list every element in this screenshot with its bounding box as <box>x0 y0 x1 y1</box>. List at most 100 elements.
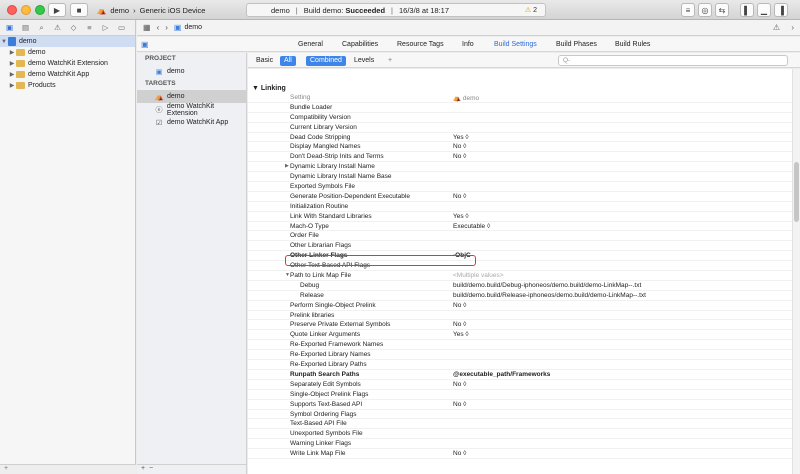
remove-icon[interactable]: − <box>149 465 153 472</box>
nav-item-folder[interactable]: ▶ demo WatchKit Extension <box>0 58 135 69</box>
stop-button[interactable]: ■ <box>70 3 88 17</box>
assistant-editor-button[interactable]: ◎ <box>698 3 712 17</box>
disclosure-open-icon[interactable]: ▼ <box>252 85 261 92</box>
setting-value[interactable]: build/demo.build/Debug-iphoneos/demo.bui… <box>453 282 641 289</box>
setting-row[interactable]: Dead Code Stripping Yes ◊ <box>248 133 792 143</box>
disclosure-closed-icon[interactable]: ▶ <box>8 49 16 56</box>
setting-row[interactable]: Single-Object Prelink Flags <box>248 390 792 400</box>
scrollbar-thumb[interactable] <box>794 162 799 222</box>
setting-value[interactable]: No ◊ <box>453 401 466 408</box>
setting-value[interactable]: Yes ◊ <box>453 213 469 220</box>
combined-button[interactable]: Combined <box>306 56 346 66</box>
setting-row[interactable]: Debug build/demo.build/Debug-iphoneos/dem… <box>248 281 792 291</box>
search-icon[interactable]: ⌕ <box>36 23 47 33</box>
settings-search-input[interactable]: Q- <box>558 55 788 66</box>
setting-row[interactable]: Release build/demo.build/Release-iphoneos… <box>248 291 792 301</box>
run-button[interactable]: ▶ <box>48 3 66 17</box>
standard-editor-button[interactable]: ≡ <box>681 3 695 17</box>
forward-icon[interactable]: › <box>165 23 168 32</box>
setting-row[interactable]: Write Link Map File No ◊ <box>248 449 792 459</box>
nav-item-project[interactable]: ▼ demo <box>0 36 135 47</box>
setting-row[interactable]: Supports Text-Based API No ◊ <box>248 400 792 410</box>
setting-value[interactable]: Executable ◊ <box>453 223 490 230</box>
all-button[interactable]: All <box>280 56 296 66</box>
warning-badge[interactable]: ⚠ 2 <box>525 6 537 14</box>
toggle-navigator-button[interactable]: ▌ <box>740 3 754 17</box>
add-icon[interactable]: + <box>4 465 8 472</box>
add-setting-button[interactable]: + <box>384 56 396 66</box>
setting-row[interactable]: Order File <box>248 231 792 242</box>
linking-section-header[interactable]: ▼ Linking <box>252 85 286 92</box>
disclosure-closed-icon[interactable]: ▶ <box>8 71 16 78</box>
report-icon[interactable]: ▭ <box>116 23 127 32</box>
scheme-selector[interactable]: ⛺ demo › Generic iOS Device <box>97 3 235 17</box>
debug-icon[interactable]: ≡ <box>84 23 95 32</box>
setting-row[interactable]: Preserve Private External Symbols No ◊ <box>248 320 792 331</box>
setting-row[interactable]: Other Librarian Flags <box>248 241 792 252</box>
setting-value[interactable]: -ObjC <box>453 252 471 259</box>
setting-value[interactable]: No ◊ <box>453 450 466 457</box>
zoom-window-button[interactable] <box>35 5 45 15</box>
tab-build-settings[interactable]: Build Settings <box>494 41 537 48</box>
setting-row[interactable]: Separately Edit Symbols No ◊ <box>248 380 792 390</box>
target-item[interactable]: ⓔ demo WatchKit Extension <box>137 103 246 117</box>
toggle-utilities-button[interactable]: ▐ <box>774 3 788 17</box>
target-item[interactable]: ⛺ demo <box>137 90 246 103</box>
setting-value[interactable]: build/demo.build/Release-iphoneos/demo.b… <box>453 292 646 299</box>
setting-row[interactable]: Other Text-Based API Flags <box>248 261 792 272</box>
setting-row[interactable]: Symbol Ordering Flags <box>248 410 792 420</box>
jump-bar-file[interactable]: demo <box>184 24 202 31</box>
disclosure-closed-icon[interactable]: ▶ <box>8 60 16 67</box>
setting-row[interactable]: Initialization Routine <box>248 202 792 212</box>
setting-row[interactable]: Re-Exported Framework Names <box>248 340 792 351</box>
related-items-icon[interactable]: ▦ <box>143 23 151 32</box>
symbol-icon[interactable]: ▤ <box>20 23 31 32</box>
panel-toggle-icon[interactable]: ▣ <box>141 40 149 49</box>
version-editor-button[interactable]: ⇆ <box>715 3 729 17</box>
tab-info[interactable]: Info <box>462 41 474 48</box>
setting-value[interactable]: No ◊ <box>453 381 466 388</box>
target-item[interactable]: ☑ demo WatchKit App <box>137 116 246 129</box>
disclosure-closed-icon[interactable]: ▶ <box>285 163 289 169</box>
setting-value[interactable]: No ◊ <box>453 143 466 150</box>
setting-row[interactable]: Display Mangled Names No ◊ <box>248 142 792 153</box>
toggle-debug-area-button[interactable]: ▁ <box>757 3 771 17</box>
setting-row[interactable]: Prelink libraries <box>248 311 792 321</box>
setting-row[interactable]: Current Library Version <box>248 123 792 133</box>
nav-item-folder[interactable]: ▶ demo <box>0 47 135 58</box>
tab-build-rules[interactable]: Build Rules <box>615 41 650 48</box>
setting-row[interactable]: ▼ Path to Link Map File <Multiple values> <box>248 271 792 281</box>
setting-row[interactable]: Perform Single-Object Prelink No ◊ <box>248 301 792 311</box>
setting-row[interactable]: Don't Dead-Strip Inits and Terms No ◊ <box>248 152 792 163</box>
nav-item-folder[interactable]: ▶ Products <box>0 80 135 91</box>
setting-row[interactable]: Compatibility Version <box>248 113 792 123</box>
setting-row[interactable]: Mach-O Type Executable ◊ <box>248 222 792 232</box>
setting-row[interactable]: Text-Based API File <box>248 419 792 430</box>
setting-row[interactable]: Other Linker Flags -ObjC <box>248 251 792 262</box>
setting-row[interactable]: Dynamic Library Install Name Base <box>248 172 792 183</box>
setting-row[interactable]: ▶ Dynamic Library Install Name <box>248 162 792 173</box>
setting-row[interactable]: Exported Symbols File <box>248 182 792 192</box>
setting-row[interactable]: Generate Position-Dependent Executable No… <box>248 192 792 202</box>
navigator-filter-bar[interactable]: + <box>0 464 136 474</box>
setting-row[interactable]: Re-Exported Library Paths <box>248 360 792 370</box>
chevron-right-icon[interactable]: › <box>791 23 794 32</box>
close-window-button[interactable] <box>7 5 17 15</box>
issue-icon[interactable]: ⚠ <box>52 23 63 32</box>
folder-icon[interactable]: ▣ <box>4 23 15 32</box>
setting-row[interactable]: Bundle Loader <box>248 103 792 113</box>
setting-row[interactable]: Link With Standard Libraries Yes ◊ <box>248 212 792 222</box>
setting-value[interactable]: No ◊ <box>453 321 466 328</box>
levels-button[interactable]: Levels <box>350 56 378 66</box>
test-icon[interactable]: ◇ <box>68 23 79 32</box>
setting-row[interactable]: Warning Linker Flags <box>248 439 792 450</box>
tab-resource-tags[interactable]: Resource Tags <box>397 41 444 48</box>
tab-general[interactable]: General <box>298 41 323 48</box>
vertical-scrollbar[interactable] <box>792 69 800 474</box>
setting-row[interactable]: Runpath Search Paths @executable_path/Fra… <box>248 370 792 380</box>
setting-row[interactable]: Re-Exported Library Names <box>248 350 792 361</box>
nav-item-folder[interactable]: ▶ demo WatchKit App <box>0 69 135 80</box>
project-item[interactable]: ▣ demo <box>137 65 246 78</box>
setting-value[interactable]: No ◊ <box>453 153 466 160</box>
setting-value[interactable]: @executable_path/Frameworks <box>453 371 550 378</box>
